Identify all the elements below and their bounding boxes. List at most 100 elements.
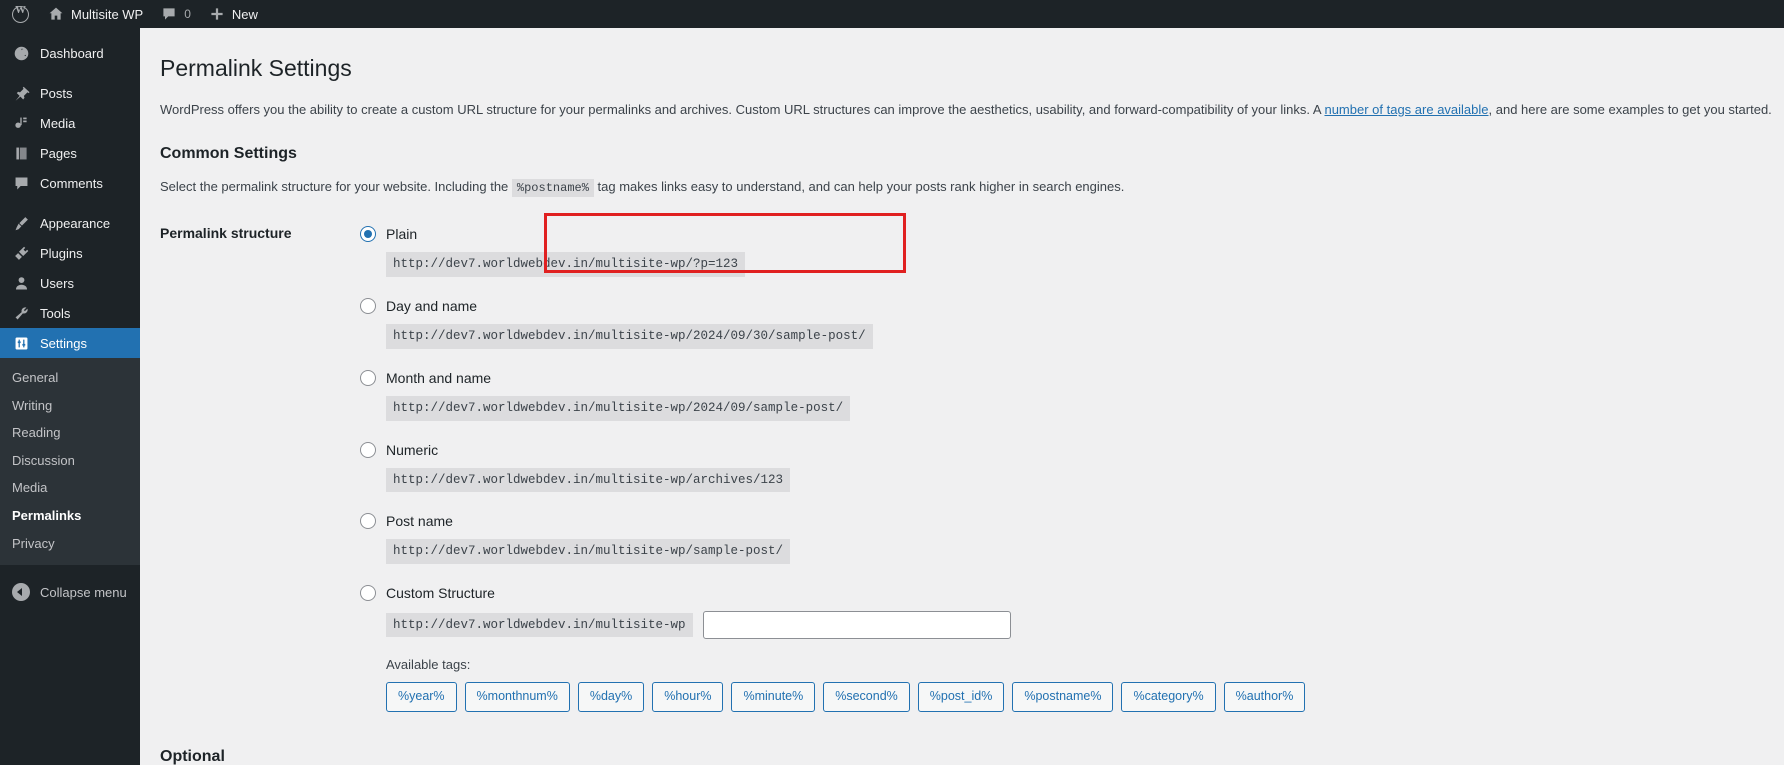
intro-text-after: , and here are some examples to get you … [1488, 101, 1772, 117]
paintbrush-icon [12, 214, 30, 232]
radio-day-and-name[interactable] [360, 298, 376, 315]
sidebar-item-dashboard[interactable]: Dashboard [0, 38, 140, 68]
new-content-button[interactable]: New [200, 0, 267, 28]
option-url-numeric: http://dev7.worldwebdev.in/multisite-wp/… [386, 467, 791, 493]
sidebar-item-label: Plugins [40, 245, 83, 261]
collapse-menu-button[interactable]: Collapse menu [0, 575, 140, 609]
sidebar-item-label: Media [40, 115, 76, 131]
site-name-button[interactable]: Multisite WP [39, 0, 152, 28]
common-settings-description: Select the permalink structure for your … [160, 177, 1764, 198]
radio-numeric[interactable] [360, 441, 376, 458]
intro-paragraph: WordPress offers you the ability to crea… [160, 100, 1772, 120]
tag-button-post-id[interactable]: %post_id% [917, 682, 1005, 712]
wrench-icon [12, 304, 30, 322]
page-title: Permalink Settings [160, 55, 352, 81]
sidebar-item-label: Users [40, 275, 74, 291]
settings-sliders-icon [12, 334, 30, 352]
tag-button-category[interactable]: %category% [1121, 682, 1216, 712]
permalink-options-group: Plain http://dev7.worldwebdev.in/multisi… [360, 213, 1306, 712]
permalink-structure-label: Permalink structure [160, 225, 292, 242]
sidebar-item-users[interactable]: Users [0, 268, 140, 298]
tag-button-day[interactable]: %day% [577, 682, 645, 712]
option-label: Custom Structure [386, 585, 495, 602]
submenu-item-privacy[interactable]: Privacy [0, 530, 140, 558]
comment-bubble-icon [161, 6, 177, 22]
plus-icon [209, 6, 225, 22]
comment-bubble-icon [12, 174, 30, 192]
tag-button-hour[interactable]: %hour% [652, 682, 724, 712]
sidebar-item-posts[interactable]: Posts [0, 78, 140, 108]
permalink-option-plain[interactable]: Plain http://dev7.worldwebdev.in/multisi… [360, 221, 1305, 293]
wp-logo-button[interactable] [0, 0, 39, 28]
tag-button-second[interactable]: %second% [823, 682, 910, 712]
sidebar-item-label: Comments [40, 175, 103, 191]
permalink-option-day-and-name[interactable]: Day and name http://dev7.worldwebdev.in/… [360, 293, 1305, 365]
custom-structure-prefix: http://dev7.worldwebdev.in/multisite-wp [386, 613, 693, 638]
sidebar-item-label: Pages [40, 145, 77, 161]
sidebar-item-settings[interactable]: Settings [0, 328, 148, 358]
main-content: Permalink Settings WordPress offers you … [140, 28, 1784, 765]
submenu-item-permalinks[interactable]: Permalinks [0, 502, 140, 530]
submenu-item-media[interactable]: Media [0, 474, 140, 502]
sidebar-item-tools[interactable]: Tools [0, 298, 140, 328]
collapse-menu-label: Collapse menu [40, 584, 127, 600]
admin-sidebar: Dashboard Posts Media Pages Comments App… [0, 28, 148, 765]
settings-submenu: General Writing Reading Discussion Media… [0, 358, 140, 566]
optional-heading: Optional [160, 747, 225, 765]
permalink-option-post-name[interactable]: Post name http://dev7.worldwebdev.in/mul… [360, 508, 1305, 580]
available-tags-link[interactable]: number of tags are available [1324, 102, 1488, 117]
postname-tag-code: %postname% [511, 179, 594, 198]
available-tags-list: %year% %monthnum% %day% %hour% %minute% … [386, 682, 1306, 712]
submenu-item-discussion[interactable]: Discussion [0, 447, 140, 475]
submenu-item-writing[interactable]: Writing [0, 392, 140, 420]
sidebar-item-appearance[interactable]: Appearance [0, 208, 140, 238]
tag-button-monthnum[interactable]: %monthnum% [464, 682, 570, 712]
plug-icon [12, 244, 30, 262]
option-label: Day and name [386, 298, 478, 315]
wordpress-logo-icon [12, 4, 29, 23]
radio-month-and-name[interactable] [360, 369, 376, 386]
sidebar-item-comments[interactable]: Comments [0, 168, 140, 198]
custom-structure-input[interactable] [702, 611, 1011, 640]
sidebar-item-media[interactable]: Media [0, 108, 140, 138]
sidebar-item-pages[interactable]: Pages [0, 138, 140, 168]
option-label: Post name [386, 513, 453, 530]
submenu-item-reading[interactable]: Reading [0, 419, 140, 447]
permalink-option-month-and-name[interactable]: Month and name http://dev7.worldwebdev.i… [360, 365, 1305, 437]
permalink-option-numeric[interactable]: Numeric http://dev7.worldwebdev.in/multi… [360, 437, 1305, 509]
submenu-item-general[interactable]: General [0, 364, 140, 392]
option-url-plain: http://dev7.worldwebdev.in/multisite-wp/… [386, 252, 746, 278]
tag-button-year[interactable]: %year% [386, 682, 457, 712]
dashboard-icon [12, 44, 30, 62]
radio-plain[interactable] [360, 226, 376, 243]
tag-button-postname[interactable]: %postname% [1012, 682, 1114, 712]
comment-count: 0 [184, 7, 191, 21]
radio-post-name[interactable] [360, 513, 376, 530]
option-label: Plain [386, 226, 418, 243]
sidebar-item-label: Appearance [40, 215, 111, 231]
permalink-structure-form: Permalink structure Plain http://dev7.wo… [160, 213, 1764, 712]
option-url-day-and-name: http://dev7.worldwebdev.in/multisite-wp/… [386, 324, 873, 349]
intro-text-before: WordPress offers you the ability to crea… [160, 101, 1325, 117]
tag-button-author[interactable]: %author% [1223, 682, 1306, 712]
sidebar-item-label: Dashboard [40, 45, 104, 61]
media-icon [12, 114, 30, 132]
comments-button[interactable]: 0 [152, 0, 200, 28]
sidebar-item-plugins[interactable]: Plugins [0, 238, 140, 268]
sidebar-item-label: Settings [40, 335, 87, 351]
common-settings-heading: Common Settings [160, 145, 297, 163]
site-name-label: Multisite WP [71, 6, 144, 22]
option-label: Numeric [386, 441, 439, 458]
tag-button-minute[interactable]: %minute% [731, 682, 816, 712]
sidebar-divider [0, 68, 140, 78]
sidebar-item-label: Posts [40, 85, 73, 101]
page-icon [12, 144, 30, 162]
permalink-option-custom-structure[interactable]: Custom Structure http://dev7.worldwebdev… [360, 580, 1305, 640]
desc-text-before: Select the permalink structure for your … [160, 179, 512, 195]
option-url-post-name: http://dev7.worldwebdev.in/multisite-wp/… [386, 539, 791, 565]
option-label: Month and name [386, 369, 492, 386]
radio-custom-structure[interactable] [360, 585, 376, 602]
user-icon [12, 274, 30, 292]
home-icon [48, 6, 64, 22]
new-label: New [231, 6, 258, 22]
